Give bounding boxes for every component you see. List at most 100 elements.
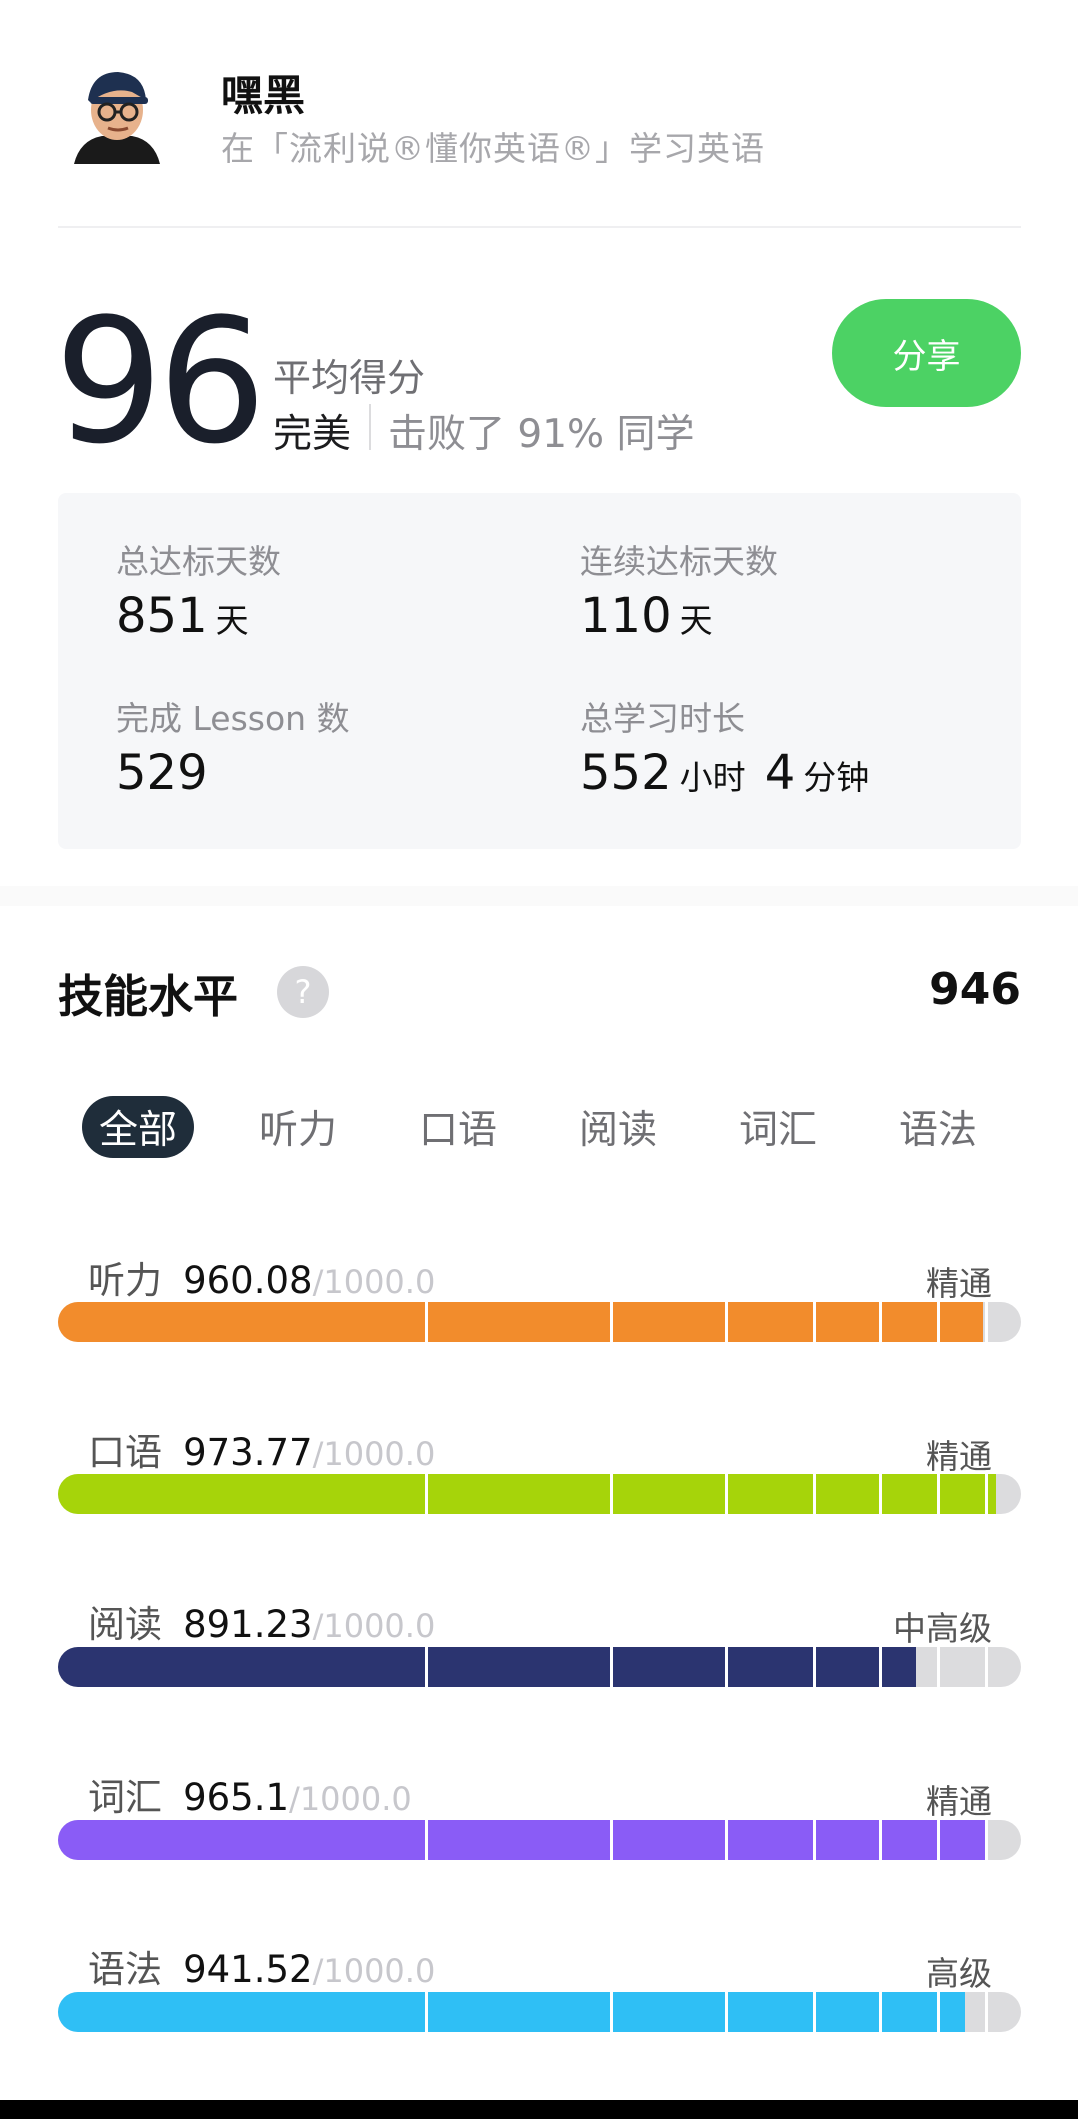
share-button[interactable]: 分享 xyxy=(832,299,1021,407)
tab-speaking[interactable]: 口语 xyxy=(402,1096,514,1158)
average-score-label: 平均得分 xyxy=(273,356,426,400)
skill-bar-tick xyxy=(985,1647,989,1687)
skill-row-speaking: 口语 973.77/1000.0 xyxy=(88,1422,435,1476)
skill-bar-tick xyxy=(937,1992,941,2032)
skill-bar-speaking xyxy=(58,1474,1021,1514)
skill-bar-tick xyxy=(937,1474,941,1514)
skill-bar-tick xyxy=(725,1474,729,1514)
skill-bar-grammar xyxy=(58,1992,1021,2032)
skill-bar-tick xyxy=(609,1992,613,2032)
skill-bar-fill xyxy=(58,1302,983,1342)
skill-bar-tick xyxy=(725,1820,729,1860)
skill-bar-tick xyxy=(879,1820,883,1860)
skill-score: 973.77 xyxy=(183,1431,313,1474)
skill-bar-tick xyxy=(424,1992,428,2032)
skill-bar-tick xyxy=(879,1992,883,2032)
study-hours: 552 xyxy=(580,745,672,801)
skill-max: /1000.0 xyxy=(312,1952,436,1990)
skill-bar-tick xyxy=(985,1302,989,1342)
skill-level: 中高级 xyxy=(893,1609,992,1648)
skill-bar-tick xyxy=(937,1647,941,1687)
average-score: 96 xyxy=(54,281,267,482)
skill-max: /1000.0 xyxy=(312,1435,436,1473)
rating-separator xyxy=(369,404,371,450)
skill-row-listening: 听力 960.08/1000.0 xyxy=(88,1250,435,1304)
skill-bar-tick xyxy=(609,1820,613,1860)
tab-all[interactable]: 全部 xyxy=(82,1096,194,1158)
skill-bar-tick xyxy=(812,1302,816,1342)
skill-row-reading: 阅读 891.23/1000.0 xyxy=(88,1594,435,1648)
minutes-unit: 分钟 xyxy=(803,758,870,797)
tab-listening[interactable]: 听力 xyxy=(242,1096,354,1158)
skill-bar-tick xyxy=(985,1474,989,1514)
skill-bar-fill xyxy=(58,1647,917,1687)
tab-reading[interactable]: 阅读 xyxy=(562,1096,674,1158)
skill-bar-tick xyxy=(424,1474,428,1514)
skill-bar-tick xyxy=(609,1647,613,1687)
section-divider xyxy=(0,886,1078,906)
skill-score: 941.52 xyxy=(183,1948,313,1991)
skill-bar-tick xyxy=(937,1820,941,1860)
skill-bar-tick xyxy=(609,1474,613,1514)
skill-bar-fill xyxy=(58,1474,996,1514)
skill-bar-tick xyxy=(879,1474,883,1514)
skill-score: 965.1 xyxy=(183,1776,290,1819)
lessons-value: 529 xyxy=(116,745,208,801)
skill-bar-vocabulary xyxy=(58,1820,1021,1860)
skill-max: /1000.0 xyxy=(289,1780,412,1818)
skill-level: 精通 xyxy=(926,1264,992,1303)
skill-bar-tick xyxy=(725,1992,729,2032)
skill-bar-listening xyxy=(58,1302,1021,1342)
study-minutes: 4 xyxy=(764,745,796,801)
skill-level: 高级 xyxy=(926,1954,992,1993)
skill-bar-tick xyxy=(424,1647,428,1687)
study-time: 552 小时 4 分钟 xyxy=(580,745,869,801)
skills-total: 946 xyxy=(929,964,1021,1015)
total-days-value: 851 xyxy=(116,588,208,644)
skill-score: 960.08 xyxy=(183,1259,313,1302)
skill-level: 精通 xyxy=(926,1782,992,1821)
tab-grammar[interactable]: 语法 xyxy=(882,1096,994,1158)
skill-bar-tick xyxy=(879,1302,883,1342)
skill-bar-tick xyxy=(812,1992,816,2032)
tab-vocabulary[interactable]: 词汇 xyxy=(722,1096,834,1158)
total-days-unit: 天 xyxy=(215,601,249,640)
skill-name: 词汇 xyxy=(88,1776,162,1819)
skill-bar-tick xyxy=(812,1474,816,1514)
skill-bar-tick xyxy=(985,1820,989,1860)
skill-max: /1000.0 xyxy=(312,1607,436,1645)
streak-unit: 天 xyxy=(679,601,713,640)
skills-title: 技能水平 xyxy=(58,970,239,1023)
lessons: 529 xyxy=(116,745,208,801)
skill-row-vocabulary: 词汇 965.1/1000.0 xyxy=(88,1767,412,1821)
divider xyxy=(58,226,1021,228)
skill-row-grammar: 语法 941.52/1000.0 xyxy=(88,1939,435,1993)
hours-unit: 小时 xyxy=(679,758,746,797)
skill-max: /1000.0 xyxy=(312,1263,436,1301)
skill-bar-tick xyxy=(424,1302,428,1342)
score-rating: 完美 xyxy=(273,412,352,457)
lessons-label: 完成 Lesson 数 xyxy=(116,699,350,738)
skill-name: 阅读 xyxy=(88,1603,162,1646)
skill-bar-fill xyxy=(58,1820,988,1860)
score-rank: 击败了 91% 同学 xyxy=(388,412,695,457)
streak-value: 110 xyxy=(580,588,672,644)
streak-label: 连续达标天数 xyxy=(580,542,778,581)
help-icon[interactable]: ? xyxy=(277,966,329,1018)
skill-score: 891.23 xyxy=(183,1603,313,1646)
skill-name: 口语 xyxy=(88,1431,162,1474)
skill-name: 语法 xyxy=(88,1948,162,1991)
skill-bar-tick xyxy=(725,1647,729,1687)
avatar[interactable] xyxy=(72,66,162,164)
streak: 110 天 xyxy=(580,588,713,644)
total-days: 851 天 xyxy=(116,588,249,644)
user-name: 嘿黑 xyxy=(221,71,306,120)
skill-bar-tick xyxy=(725,1302,729,1342)
skill-name: 听力 xyxy=(88,1259,162,1302)
skill-bar-tick xyxy=(937,1302,941,1342)
user-subtitle: 在「流利说®懂你英语®」学习英语 xyxy=(221,129,765,168)
skill-bar-tick xyxy=(812,1647,816,1687)
skill-bar-fill xyxy=(58,1992,965,2032)
system-nav-bar xyxy=(0,2100,1078,2119)
skill-bar-tick xyxy=(985,1992,989,2032)
